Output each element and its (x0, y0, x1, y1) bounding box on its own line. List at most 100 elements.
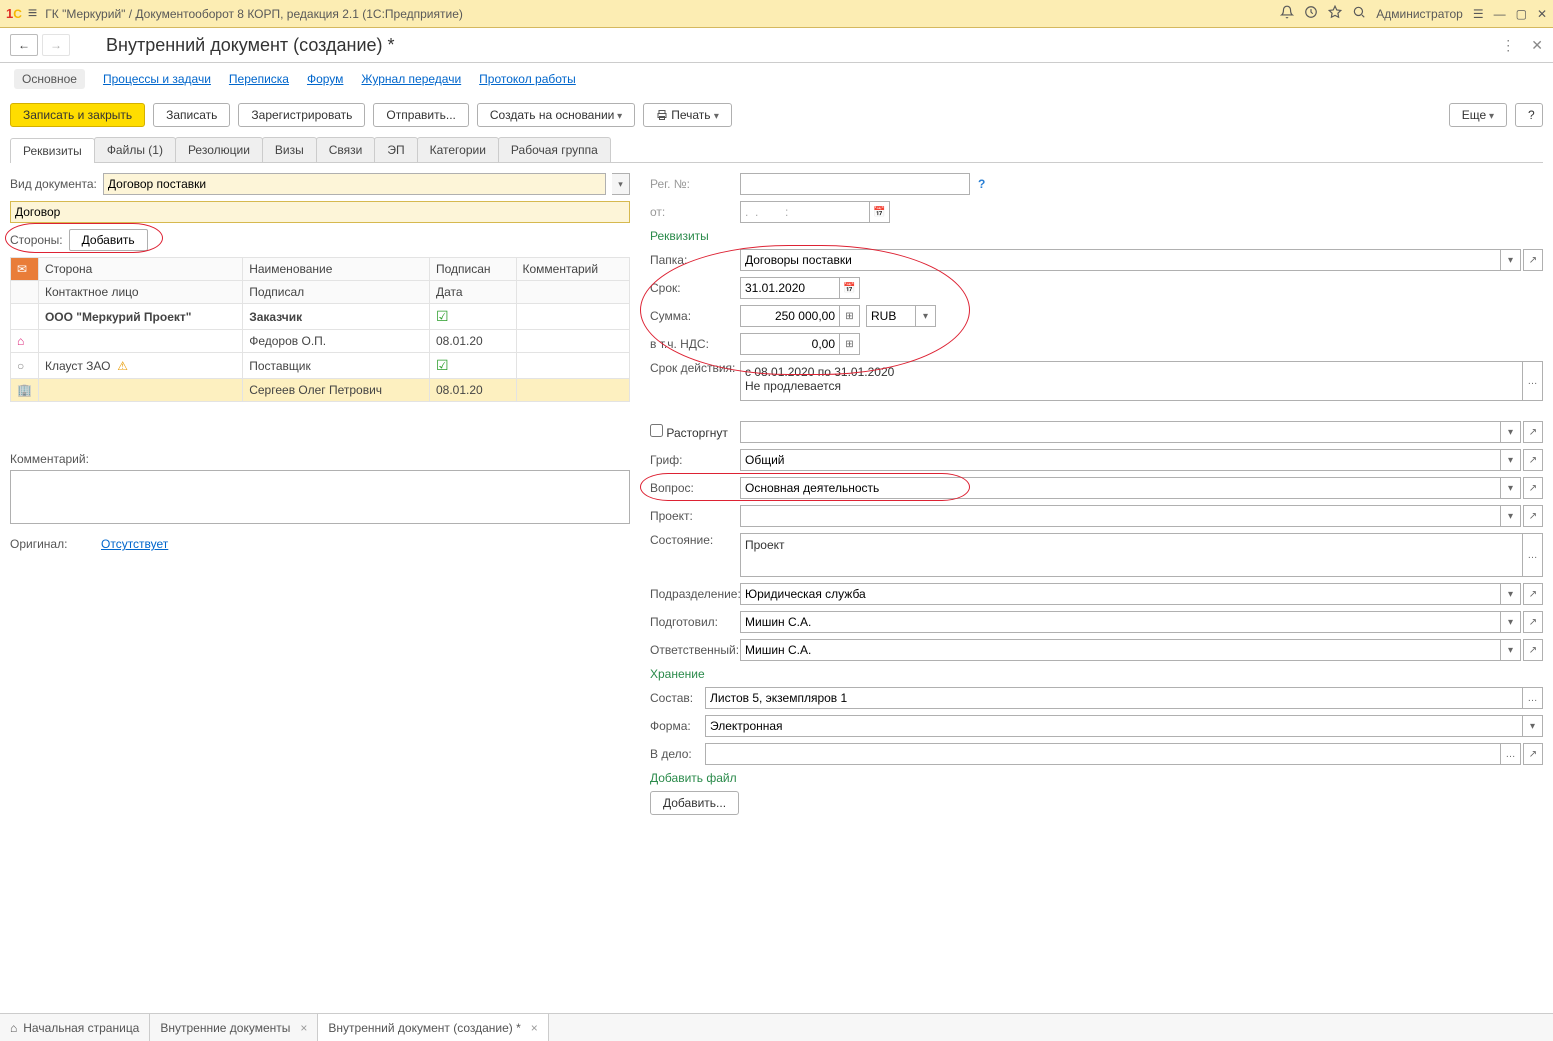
add-party-button[interactable]: Добавить (69, 229, 148, 251)
close-window-icon[interactable]: ✕ (1537, 7, 1547, 21)
tab-requisites[interactable]: Реквизиты (10, 138, 95, 163)
register-button[interactable]: Зарегистрировать (238, 103, 365, 127)
more-button[interactable]: Еще (1449, 103, 1507, 127)
nav-back[interactable]: ← (10, 34, 38, 56)
terminated-checkbox[interactable] (650, 424, 663, 437)
radio-icon[interactable]: ○ (17, 359, 24, 373)
close-page-icon[interactable]: ✕ (1531, 37, 1543, 54)
expand-icon[interactable]: … (1523, 361, 1543, 401)
doc-type-dropdown-icon[interactable]: ▾ (612, 173, 630, 195)
expand-icon[interactable]: … (1523, 533, 1543, 577)
open-icon[interactable]: ↗ (1523, 449, 1543, 471)
dropdown-icon[interactable]: ▾ (1501, 639, 1521, 661)
responsible-input[interactable] (740, 639, 1501, 661)
sum-input[interactable] (740, 305, 840, 327)
expand-icon[interactable]: … (1523, 687, 1543, 709)
comment-textarea[interactable] (10, 470, 630, 524)
tab-workgroup[interactable]: Рабочая группа (498, 137, 611, 162)
folder-input[interactable] (740, 249, 1501, 271)
taskbar-tab[interactable]: Внутренние документы× (150, 1014, 318, 1041)
calculator-icon[interactable]: ⊞ (840, 333, 860, 355)
grif-input[interactable] (740, 449, 1501, 471)
menu-icon[interactable]: ≡ (28, 5, 37, 23)
close-icon[interactable]: × (300, 1021, 307, 1035)
minimize-icon[interactable]: — (1494, 7, 1506, 21)
nav-processes[interactable]: Процессы и задачи (103, 72, 211, 86)
print-button[interactable]: Печать (643, 103, 732, 127)
doc-type-input[interactable] (108, 177, 601, 191)
state-input[interactable]: Проект (740, 533, 1523, 577)
col-signed[interactable]: Подписан (430, 258, 517, 281)
taskbar-tab-active[interactable]: Внутренний документ (создание) *× (318, 1014, 548, 1041)
dropdown-icon[interactable]: ▾ (1523, 715, 1543, 737)
star-icon[interactable] (1328, 5, 1342, 22)
nav-main[interactable]: Основное (14, 69, 85, 89)
contents-input[interactable] (705, 687, 1523, 709)
create-by-button[interactable]: Создать на основании (477, 103, 635, 127)
nav-correspondence[interactable]: Переписка (229, 72, 289, 86)
open-icon[interactable]: ↗ (1523, 249, 1543, 271)
help-button[interactable]: ? (1515, 103, 1543, 127)
dropdown-icon[interactable]: ▾ (1501, 583, 1521, 605)
open-icon[interactable]: ↗ (1523, 611, 1543, 633)
kebab-menu-icon[interactable]: ⋮ (1501, 37, 1515, 54)
tab-ep[interactable]: ЭП (374, 137, 417, 162)
currency-input[interactable] (866, 305, 916, 327)
form-input[interactable] (705, 715, 1523, 737)
col-side[interactable]: Сторона (38, 258, 242, 281)
calendar-icon[interactable]: 📅 (870, 201, 890, 223)
doc-name-input[interactable] (15, 205, 625, 219)
nav-journal[interactable]: Журнал передачи (361, 72, 461, 86)
dropdown-icon[interactable]: ▾ (1501, 449, 1521, 471)
dropdown-icon[interactable]: ▾ (1501, 249, 1521, 271)
send-button[interactable]: Отправить... (373, 103, 469, 127)
term-input[interactable] (740, 277, 840, 299)
open-icon[interactable]: ↗ (1523, 505, 1543, 527)
doc-name-field[interactable] (10, 201, 630, 223)
history-icon[interactable] (1304, 5, 1318, 22)
doc-type-field[interactable] (103, 173, 606, 195)
tab-categories[interactable]: Категории (417, 137, 499, 162)
checkbox-checked-icon[interactable]: ☑ (436, 357, 449, 373)
add-file-button[interactable]: Добавить... (650, 791, 739, 815)
calculator-icon[interactable]: ⊞ (840, 305, 860, 327)
open-icon[interactable]: ↗ (1523, 583, 1543, 605)
dropdown-icon[interactable]: ▾ (1501, 505, 1521, 527)
bell-icon[interactable] (1280, 5, 1294, 22)
open-icon[interactable]: ↗ (1523, 421, 1543, 443)
prepared-input[interactable] (740, 611, 1501, 633)
tofile-input[interactable] (705, 743, 1501, 765)
dropdown-icon[interactable]: ▾ (1501, 611, 1521, 633)
taskbar-home[interactable]: ⌂Начальная страница (0, 1014, 150, 1041)
tab-visas[interactable]: Визы (262, 137, 317, 162)
original-link[interactable]: Отсутствует (101, 537, 168, 551)
terminated-input[interactable] (740, 421, 1501, 443)
save-button[interactable]: Записать (153, 103, 230, 127)
col-name[interactable]: Наименование (243, 258, 430, 281)
checkbox-checked-icon[interactable]: ☑ (436, 308, 449, 324)
table-row[interactable]: ○ Клауст ЗАО ⚠ Поставщик ☑ (11, 353, 630, 379)
validity-input[interactable]: с 08.01.2020 по 31.01.2020 Не продлевает… (740, 361, 1523, 401)
dropdown-icon[interactable]: ▾ (1501, 421, 1521, 443)
question-input[interactable] (740, 477, 1501, 499)
vat-input[interactable] (740, 333, 840, 355)
dept-input[interactable] (740, 583, 1501, 605)
project-input[interactable] (740, 505, 1501, 527)
nav-protocol[interactable]: Протокол работы (479, 72, 576, 86)
open-icon[interactable]: ↗ (1523, 477, 1543, 499)
save-close-button[interactable]: Записать и закрыть (10, 103, 145, 127)
help-icon[interactable]: ? (978, 177, 985, 191)
table-row[interactable]: ⌂ Федоров О.П. 08.01.20 (11, 330, 630, 353)
col-comment[interactable]: Комментарий (516, 258, 630, 281)
maximize-icon[interactable]: ▢ (1516, 7, 1527, 21)
tab-links[interactable]: Связи (316, 137, 376, 162)
table-row-selected[interactable]: 🏢 Сергеев Олег Петрович 08.01.20 (11, 379, 630, 402)
tab-resolutions[interactable]: Резолюции (175, 137, 263, 162)
nav-forum[interactable]: Форум (307, 72, 343, 86)
regno-input[interactable] (740, 173, 970, 195)
table-row[interactable]: ООО "Меркурий Проект" Заказчик ☑ (11, 304, 630, 330)
user-label[interactable]: Администратор (1376, 7, 1463, 21)
search-icon[interactable] (1352, 5, 1366, 22)
calendar-icon[interactable]: 📅 (840, 277, 860, 299)
from-date-input[interactable] (740, 201, 870, 223)
